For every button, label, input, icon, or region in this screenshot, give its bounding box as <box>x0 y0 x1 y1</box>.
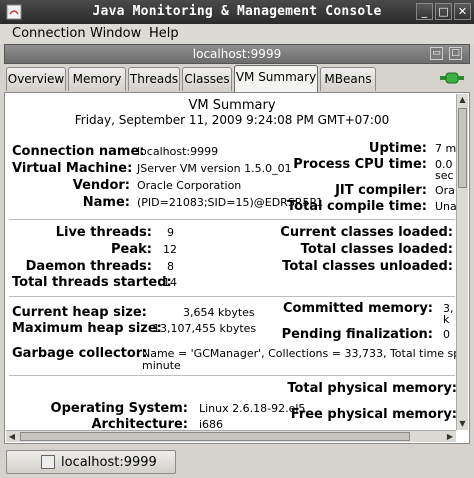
garbage-collector-value: Name = 'GCManager', Collections = 33,733… <box>142 347 457 360</box>
maximum-heap-size-value: 13,107,455 kbytes <box>153 322 257 335</box>
summary-date: Friday, September 11, 2009 9:24:08 PM GM… <box>74 113 390 127</box>
menu-window[interactable]: Window <box>90 26 141 41</box>
scroll-up-icon[interactable]: ▲ <box>457 94 468 106</box>
internal-frame-titlebar[interactable]: localhost:9999 ▭ □ <box>4 44 470 64</box>
scroll-left-icon[interactable]: ◀ <box>6 431 18 442</box>
tab-bar: Overview Memory Threads Classes VM Summa… <box>4 64 470 92</box>
live-threads-value: 9 <box>167 226 174 239</box>
maximize-button[interactable]: □ <box>435 3 452 20</box>
virtual-machine-label: Virtual Machine: <box>12 161 133 176</box>
connection-plug-icon[interactable] <box>440 70 464 86</box>
architecture-value: i686 <box>199 418 224 428</box>
operating-system-label: Operating System: <box>50 401 188 416</box>
maximum-heap-size-label: Maximum heap size: <box>12 321 162 336</box>
scroll-down-icon[interactable]: ▼ <box>457 418 468 430</box>
taskbar-window-label: localhost:9999 <box>61 455 157 470</box>
pending-finalization-value: 0 <box>443 328 450 341</box>
process-cpu-time-unit: sec <box>435 169 454 182</box>
section-divider <box>9 219 455 220</box>
total-compile-time-label: Total compile time: <box>286 199 427 214</box>
peak-threads-value: 12 <box>163 243 177 256</box>
taskbar: localhost:9999 <box>0 446 474 478</box>
total-threads-started-label: Total threads started: <box>12 275 172 290</box>
free-physical-memory-label: Free physical memory: <box>290 407 457 422</box>
total-classes-loaded-label: Total classes loaded: <box>300 242 453 257</box>
virtual-machine-value: JServer VM version 1.5.0_01 <box>137 162 292 175</box>
tab-mbeans[interactable]: MBeans <box>320 67 376 91</box>
scroll-right-icon[interactable]: ▶ <box>444 431 456 442</box>
pending-finalization-label: Pending finalization: <box>281 327 433 342</box>
garbage-collector-value-cont: minute <box>142 359 181 372</box>
vertical-scrollbar[interactable]: ▲ ▼ <box>456 94 468 430</box>
summary-content: VM Summary Friday, September 11, 2009 9:… <box>7 95 457 428</box>
window-title: Java Monitoring & Management Console <box>92 4 382 19</box>
uptime-value: 7 m <box>435 142 457 155</box>
taskbar-window-button[interactable]: localhost:9999 <box>6 450 176 474</box>
vendor-label: Vendor: <box>72 178 130 193</box>
horizontal-scroll-thumb[interactable] <box>20 432 410 441</box>
connection-name-value: localhost:9999 <box>137 145 219 158</box>
jit-compiler-label: JIT compiler: <box>335 183 427 198</box>
vendor-value: Oracle Corporation <box>137 179 242 192</box>
vm-summary-panel: VM Summary Friday, September 11, 2009 9:… <box>4 92 470 444</box>
total-threads-started-value: 14 <box>163 276 177 289</box>
tab-overview[interactable]: Overview <box>6 67 66 91</box>
current-heap-size-label: Current heap size: <box>12 305 147 320</box>
architecture-label: Architecture: <box>91 417 188 428</box>
committed-memory-unit: k <box>443 313 450 326</box>
uptime-label: Uptime: <box>368 141 427 156</box>
current-heap-size-value: 3,654 kbytes <box>183 306 255 319</box>
total-physical-memory-label: Total physical memory: <box>287 381 457 396</box>
connection-name-label: Connection name: <box>12 144 145 159</box>
summary-title: VM Summary <box>188 98 276 113</box>
peak-threads-label: Peak: <box>111 242 152 257</box>
section-divider <box>9 296 455 297</box>
live-threads-label: Live threads: <box>55 225 152 240</box>
tab-threads[interactable]: Threads <box>128 67 180 91</box>
internal-frame-title: localhost:9999 <box>192 47 282 61</box>
frame-maximize-icon[interactable]: □ <box>449 47 462 60</box>
window-icon <box>41 455 55 469</box>
daemon-threads-value: 8 <box>167 260 174 273</box>
total-classes-unloaded-label: Total classes unloaded: <box>282 259 453 274</box>
total-compile-time-value: Una <box>435 200 457 213</box>
horizontal-scrollbar[interactable]: ◀ ▶ <box>6 430 456 442</box>
process-cpu-time-label: Process CPU time: <box>293 157 427 172</box>
tab-memory[interactable]: Memory <box>68 67 126 91</box>
frame-restore-icon[interactable]: ▭ <box>430 47 443 60</box>
menu-connection[interactable]: Connection <box>12 26 86 41</box>
committed-memory-label: Committed memory: <box>282 301 433 316</box>
close-button[interactable]: ✕ <box>454 3 471 20</box>
garbage-collector-label: Garbage collector: <box>12 346 148 361</box>
vertical-scroll-thumb[interactable] <box>458 108 467 188</box>
window-titlebar[interactable]: Java Monitoring & Management Console _ □… <box>0 0 474 24</box>
daemon-threads-label: Daemon threads: <box>25 259 152 274</box>
tab-vm-summary[interactable]: VM Summary <box>234 65 318 92</box>
menu-help[interactable]: Help <box>149 26 179 41</box>
current-classes-loaded-label: Current classes loaded: <box>280 225 453 240</box>
name-label: Name: <box>82 195 130 210</box>
menu-bar: Connection Window Help <box>0 24 474 44</box>
jit-compiler-value: Ora <box>435 184 455 197</box>
minimize-button[interactable]: _ <box>416 3 433 20</box>
section-divider <box>9 375 455 376</box>
tab-classes[interactable]: Classes <box>182 67 232 91</box>
